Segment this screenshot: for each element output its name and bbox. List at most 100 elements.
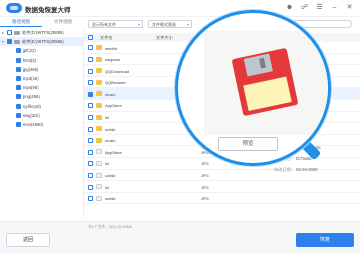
file-name: ucfalk bbox=[105, 173, 116, 179]
checkbox[interactable] bbox=[88, 45, 93, 51]
checkbox[interactable] bbox=[16, 57, 21, 63]
tree-folder[interactable]: swg(2Gi) bbox=[0, 111, 83, 120]
app-logo-icon bbox=[6, 3, 22, 13]
preview-image bbox=[204, 31, 328, 135]
file-type: JPG bbox=[201, 184, 209, 190]
view-tabs: 路径视图 文件视图 bbox=[0, 17, 84, 27]
file-name: lol bbox=[105, 115, 110, 121]
preview-button[interactable]: 预览 bbox=[218, 137, 278, 151]
format-filter-select[interactable]: 文件格式筛选 bbox=[148, 20, 192, 28]
tree-folder[interactable]: mov(4680) bbox=[0, 120, 83, 129]
floppy-shutter bbox=[243, 53, 273, 77]
minimize-icon[interactable]: – bbox=[330, 3, 339, 12]
tree-folder[interactable]: jpg(456) bbox=[0, 65, 83, 74]
tree-folder[interactable]: png(456) bbox=[0, 92, 83, 101]
tree-folder-label: html(3) bbox=[23, 57, 37, 63]
tree-folder[interactable]: rg-file(40) bbox=[0, 102, 83, 111]
window-controls: ☻ ☍ ☰ – ✕ bbox=[285, 3, 354, 12]
table-row[interactable]: lol JPG bbox=[84, 181, 360, 193]
file-type: JPG bbox=[201, 173, 209, 179]
file-name: lol bbox=[105, 161, 110, 167]
tree-folder[interactable]: jpf(1G) bbox=[0, 46, 83, 55]
checkbox[interactable] bbox=[88, 80, 93, 86]
checkbox[interactable] bbox=[88, 161, 93, 167]
checkbox[interactable] bbox=[16, 112, 21, 118]
select-all-checkbox[interactable] bbox=[88, 35, 93, 40]
checkbox[interactable] bbox=[88, 184, 93, 190]
checkbox[interactable] bbox=[7, 39, 12, 45]
checkbox[interactable] bbox=[88, 68, 93, 74]
checkbox[interactable] bbox=[88, 138, 93, 144]
checkbox[interactable] bbox=[16, 121, 21, 127]
file-name: wegame bbox=[105, 57, 121, 63]
app-title: 数据兔恢复大师 bbox=[25, 7, 71, 14]
file-name: lol bbox=[105, 184, 110, 190]
tree-folder-label: jpf(1G) bbox=[23, 48, 36, 54]
tree-folder[interactable]: html(3) bbox=[0, 56, 83, 65]
detail-date-value: 02-04-2020 bbox=[296, 167, 318, 172]
folder-icon bbox=[96, 45, 102, 50]
header-size[interactable]: 文件大小 bbox=[156, 35, 173, 41]
table-row[interactable]: ucfalk JPG bbox=[84, 193, 360, 205]
image-file-icon bbox=[96, 160, 102, 166]
file-name: wecfiot bbox=[105, 45, 118, 51]
folder-icon bbox=[96, 56, 102, 62]
image-file-icon bbox=[96, 184, 102, 190]
folder-tree: ▸ 软件(D:)WTFS(20685) ▾ 软件(D:)WTFS(20685) … bbox=[0, 28, 84, 218]
back-button[interactable]: 返回 bbox=[6, 233, 50, 247]
tree-folder-label: rg-file(40) bbox=[23, 103, 41, 109]
checkbox[interactable] bbox=[7, 30, 12, 36]
tree-root[interactable]: ▸ 软件(D:)WTFS(20685) bbox=[0, 28, 83, 37]
checkbox[interactable] bbox=[88, 126, 93, 132]
checkbox[interactable] bbox=[16, 48, 21, 54]
share-icon[interactable]: ☍ bbox=[300, 3, 309, 12]
file-name: ucfalk bbox=[105, 126, 116, 132]
checkbox[interactable] bbox=[88, 149, 93, 155]
file-name: music bbox=[105, 91, 116, 97]
detail-date-label: 修改日期： bbox=[274, 167, 295, 172]
tree-folder-label: mp3(45) bbox=[23, 76, 39, 82]
tree-folder[interactable]: mp4(90) bbox=[0, 83, 83, 92]
image-file-icon bbox=[96, 172, 102, 178]
file-name: AppStore bbox=[105, 149, 122, 155]
tab-path-view[interactable]: 路径视图 bbox=[0, 17, 42, 27]
file-name: QQDownload bbox=[105, 68, 130, 74]
tree-folder-label: mov(4680) bbox=[23, 121, 44, 127]
file-type: JPG bbox=[201, 161, 209, 167]
checkbox[interactable] bbox=[16, 76, 21, 82]
checkbox[interactable] bbox=[88, 91, 93, 97]
checkbox[interactable] bbox=[88, 103, 93, 109]
title-bar: 数据兔恢复大师 ☻ ☍ ☰ – ✕ bbox=[0, 0, 360, 17]
floppy-label bbox=[243, 76, 292, 112]
folder-icon bbox=[96, 68, 102, 74]
file-filter-select[interactable]: 显示所有文件 bbox=[88, 20, 143, 28]
checkbox[interactable] bbox=[88, 114, 93, 120]
user-icon[interactable]: ☻ bbox=[285, 3, 294, 12]
recover-button[interactable]: 恢复 bbox=[296, 233, 354, 247]
folder-icon bbox=[96, 114, 102, 120]
folder-icon bbox=[96, 126, 102, 132]
tree-folder-label: swg(2Gi) bbox=[23, 112, 40, 118]
file-name: AppStore bbox=[105, 103, 122, 109]
header-name[interactable]: 文件名 bbox=[100, 35, 113, 41]
magnifier-lens: 预览 bbox=[175, 10, 331, 166]
checkbox[interactable] bbox=[88, 56, 93, 62]
tree-folder-label: png(456) bbox=[23, 94, 40, 100]
image-file-icon bbox=[96, 195, 102, 201]
tab-file-view[interactable]: 文件视图 bbox=[42, 17, 84, 27]
checkbox[interactable] bbox=[16, 66, 21, 72]
image-file-icon bbox=[96, 149, 102, 155]
tree-folder[interactable]: mp3(45) bbox=[0, 74, 83, 83]
tree-folder-label: jpg(456) bbox=[23, 66, 39, 72]
folder-icon bbox=[96, 137, 102, 143]
close-icon[interactable]: ✕ bbox=[345, 3, 354, 12]
tree-root[interactable]: ▾ 软件(D:)WTFS(20685) bbox=[0, 37, 83, 47]
checkbox[interactable] bbox=[88, 172, 93, 178]
menu-icon[interactable]: ☰ bbox=[315, 3, 324, 12]
checkbox[interactable] bbox=[16, 94, 21, 100]
folder-icon bbox=[96, 102, 102, 108]
checkbox[interactable] bbox=[16, 85, 21, 91]
checkbox[interactable] bbox=[16, 103, 21, 109]
checkbox[interactable] bbox=[88, 196, 93, 202]
floppy-disk-icon bbox=[231, 47, 299, 117]
